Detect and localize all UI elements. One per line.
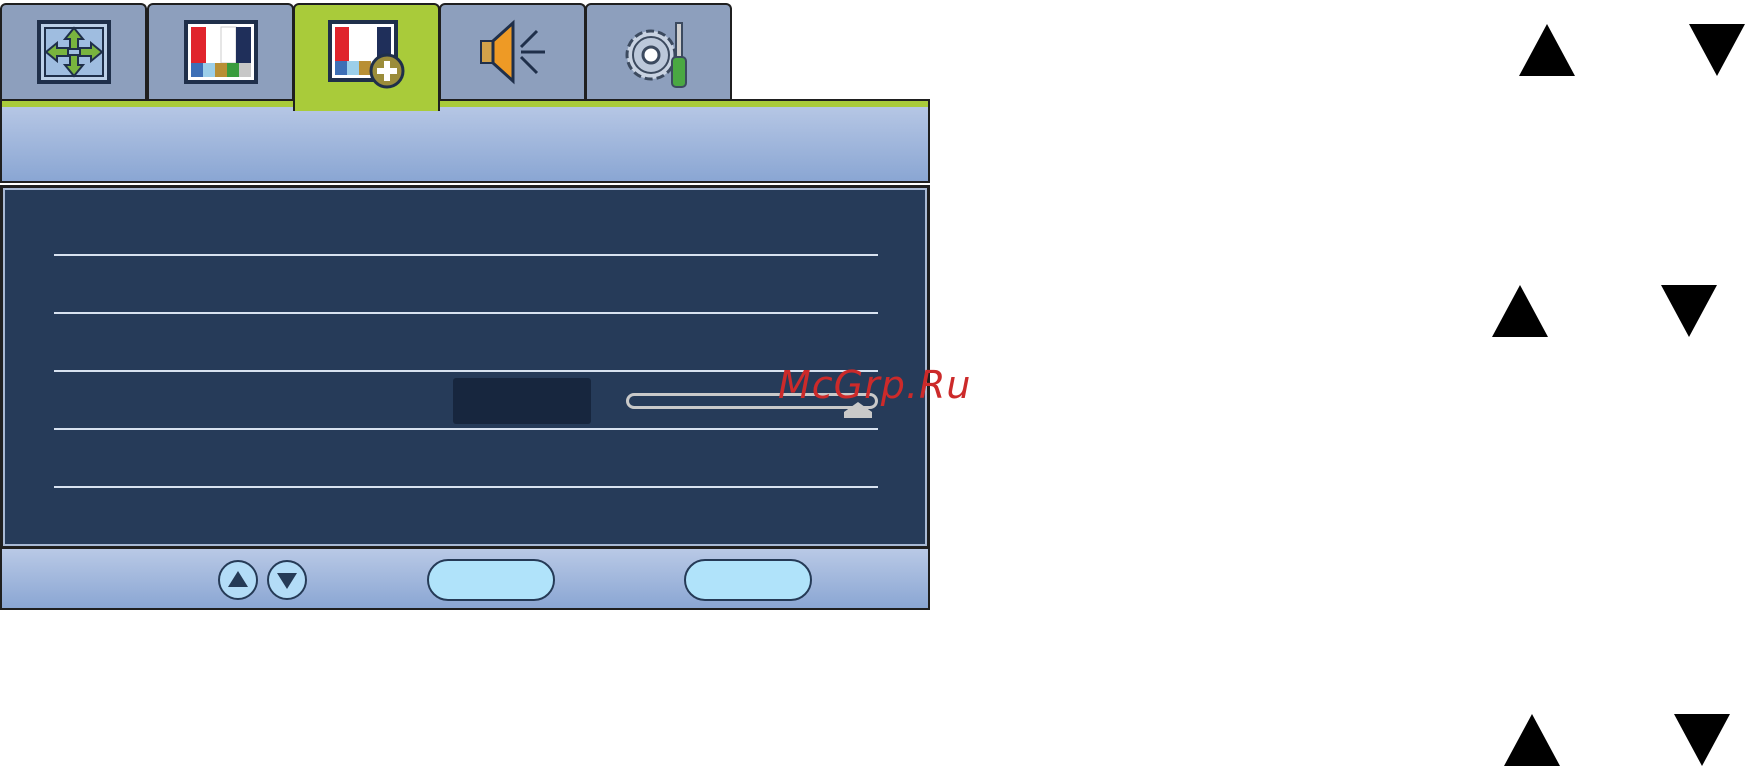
menu-header-bar xyxy=(0,99,930,183)
menu-value-box xyxy=(453,378,591,424)
menu-footer-bar xyxy=(0,547,930,610)
audio-icon xyxy=(479,19,545,85)
down-arrow-icon xyxy=(1689,24,1745,76)
tab-system[interactable] xyxy=(585,3,732,99)
menu-row-divider xyxy=(54,428,878,430)
enter-button[interactable] xyxy=(427,559,555,601)
up-arrow-icon xyxy=(1519,24,1575,76)
down-button[interactable] xyxy=(267,560,307,600)
watermark-text: McGrp.Ru xyxy=(778,363,972,407)
triangle-down-icon xyxy=(277,573,297,589)
picture-advanced-icon xyxy=(327,20,404,89)
display-position-icon xyxy=(36,20,111,84)
menu-row-divider xyxy=(54,254,878,256)
tab-display[interactable] xyxy=(0,3,147,99)
osd-menu xyxy=(0,0,930,610)
tab-picture-advanced[interactable] xyxy=(293,3,440,111)
triangle-up-icon xyxy=(228,571,248,587)
up-arrow-icon xyxy=(1504,714,1560,766)
menu-row-divider xyxy=(54,312,878,314)
tab-audio[interactable] xyxy=(439,3,586,99)
exit-button[interactable] xyxy=(684,559,812,601)
tab-picture[interactable] xyxy=(147,3,294,99)
picture-icon xyxy=(183,20,258,84)
up-arrow-icon xyxy=(1492,285,1548,337)
menu-row-divider xyxy=(54,486,878,488)
down-arrow-icon xyxy=(1661,285,1717,337)
down-arrow-icon xyxy=(1674,714,1730,766)
menu-row-divider xyxy=(54,370,878,372)
up-button[interactable] xyxy=(218,560,258,600)
system-settings-icon xyxy=(625,22,687,88)
